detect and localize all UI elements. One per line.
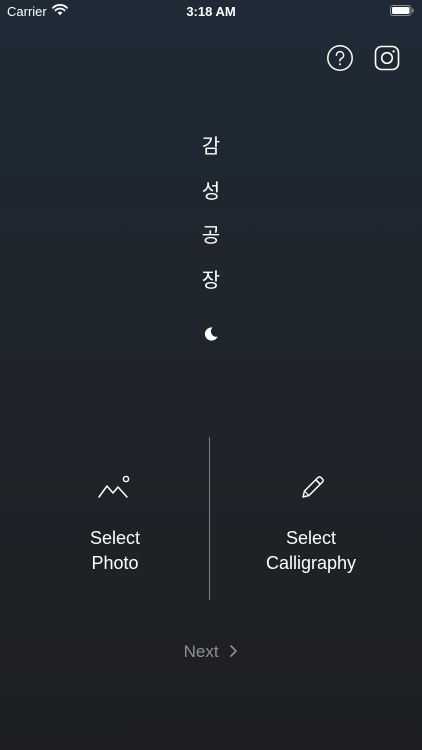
- select-calligraphy-label: Select Calligraphy: [211, 526, 411, 576]
- select-photo-label-line2: Photo: [91, 553, 139, 573]
- title-char: 성: [201, 178, 221, 203]
- main-screen: Carrier 3:18 AM 감 성 공 장 Select Photo Sel…: [0, 0, 422, 750]
- chevron-right-icon: [230, 645, 238, 657]
- instagram-icon: [374, 45, 400, 71]
- select-photo-label-line1: Select: [89, 528, 141, 548]
- app-title: 감 성 공 장: [0, 136, 422, 314]
- mountain-sun-icon: [98, 475, 130, 498]
- select-photo-button[interactable]: Select Photo: [15, 470, 215, 576]
- select-calligraphy-button[interactable]: Select Calligraphy: [211, 470, 411, 576]
- instagram-button[interactable]: [373, 44, 401, 72]
- pencil-icon: [302, 476, 324, 498]
- crescent-moon-icon: [204, 327, 218, 341]
- select-photo-label: Select Photo: [15, 526, 215, 576]
- title-char: 공: [201, 223, 221, 247]
- next-button[interactable]: Next: [0, 642, 422, 662]
- select-calligraphy-label-line2: Calligraphy: [265, 553, 357, 573]
- help-button[interactable]: [326, 44, 354, 72]
- title-char: 감: [201, 134, 221, 158]
- select-calligraphy-label-line1: Select: [285, 528, 337, 548]
- status-bar: Carrier 3:18 AM: [0, 0, 422, 22]
- status-time: 3:18 AM: [186, 4, 236, 19]
- battery-icon: [390, 5, 414, 16]
- next-label: Next: [183, 642, 219, 661]
- title-char: 장: [201, 267, 221, 292]
- question-circle-icon: [327, 45, 353, 71]
